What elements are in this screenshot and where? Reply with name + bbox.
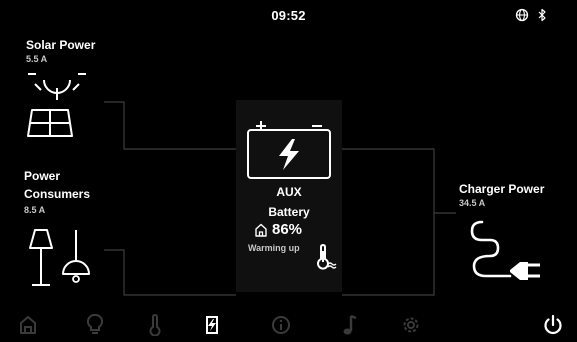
ceiling-lamp-icon: [62, 230, 90, 283]
consumers-current: 8.5 A: [24, 205, 46, 215]
consumers-title-line2: Consumers: [24, 187, 91, 201]
power-icon: [544, 314, 562, 335]
thermometer-icon: [317, 244, 337, 270]
plug-icon: [470, 220, 540, 280]
nav-settings[interactable]: [396, 308, 426, 342]
battery-bolt-icon: [206, 316, 218, 334]
nav-temperature[interactable]: [140, 308, 170, 342]
nav-light[interactable]: [80, 308, 110, 342]
thermometer-icon: [149, 314, 161, 336]
home-icon: [255, 223, 267, 237]
solar-current: 5.5 A: [26, 54, 48, 64]
solar-title: Solar Power: [26, 38, 96, 52]
battery-percent-row: 86%: [254, 221, 302, 238]
charger-title: Charger Power: [459, 182, 545, 196]
lightbulb-icon: [87, 314, 103, 334]
battery-status: Warming up: [248, 243, 300, 253]
solar-panel-icon: [27, 109, 73, 137]
bottom-nav: [0, 308, 577, 342]
battery-title-line2: Battery: [268, 205, 310, 219]
sun-icon: [28, 73, 86, 100]
info-icon: [272, 316, 290, 334]
floor-lamp-icon: [29, 229, 53, 286]
nav-music[interactable]: [334, 308, 364, 342]
music-note-icon: [343, 314, 357, 335]
nav-power[interactable]: [538, 308, 568, 342]
nav-home[interactable]: [13, 308, 43, 342]
nav-info[interactable]: [266, 308, 296, 342]
nav-energy[interactable]: [197, 308, 227, 342]
home-icon: [20, 316, 36, 334]
battery-percent: 86%: [272, 221, 303, 238]
energy-flow-screen: 09:52 Solar Power 5.5 A Power Consumers …: [0, 0, 577, 342]
battery-bolt-icon: [247, 121, 331, 179]
consumers-title-line1: Power: [24, 169, 61, 183]
gear-icon: [403, 317, 419, 333]
charger-current: 34.5 A: [459, 198, 486, 208]
battery-title-line1: AUX: [276, 185, 302, 199]
